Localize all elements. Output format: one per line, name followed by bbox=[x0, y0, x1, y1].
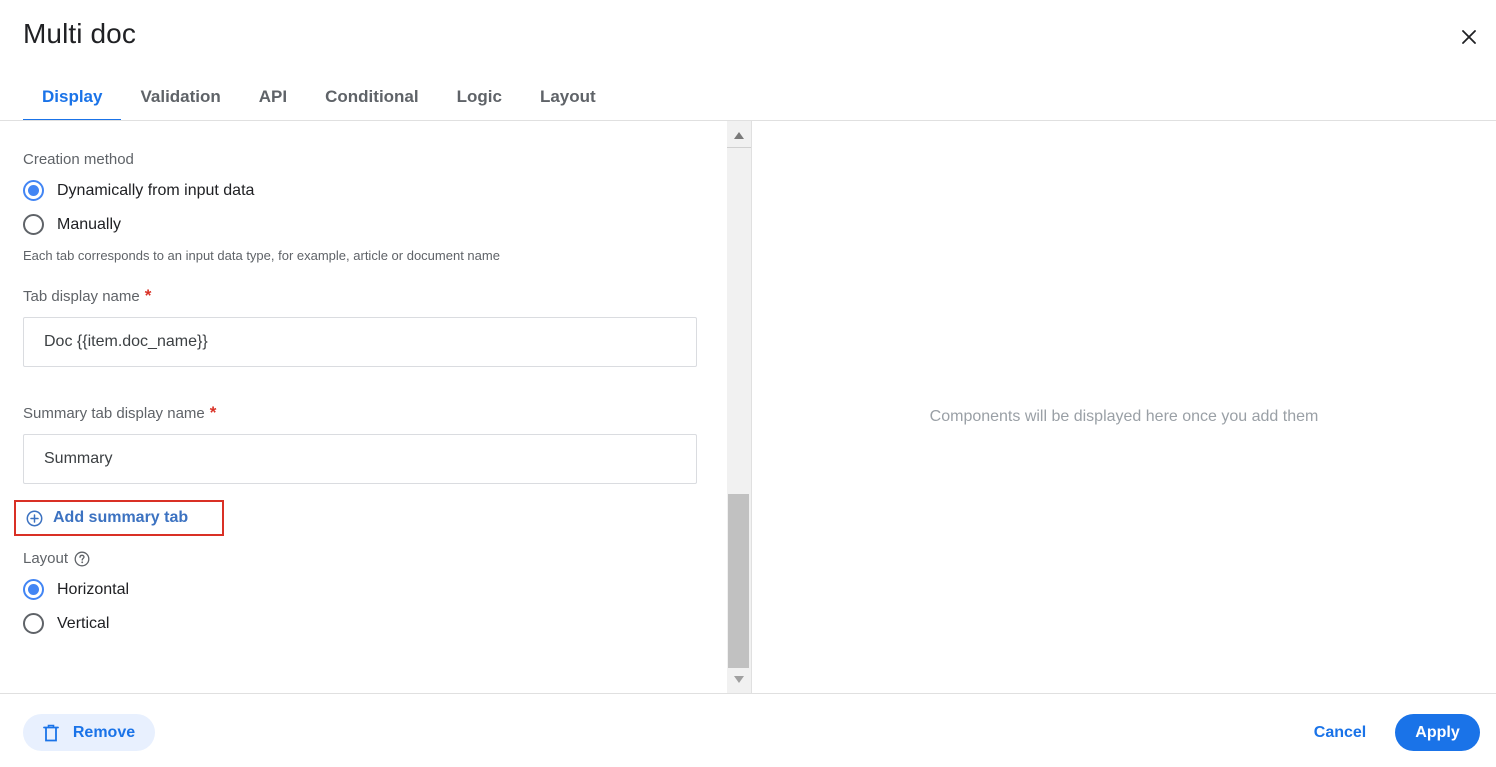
trash-icon bbox=[42, 724, 59, 742]
radio-label: Manually bbox=[57, 215, 122, 233]
help-icon[interactable] bbox=[74, 551, 90, 567]
tab-display-name-input[interactable] bbox=[23, 317, 697, 367]
tab-api[interactable]: API bbox=[240, 72, 306, 121]
radio-vertical[interactable]: Vertical bbox=[23, 613, 109, 634]
scroll-down-button[interactable] bbox=[727, 668, 751, 690]
scroll-thumb[interactable] bbox=[728, 494, 749, 668]
remove-label: Remove bbox=[72, 723, 136, 741]
radio-button-checked[interactable] bbox=[23, 579, 44, 600]
tab-validation[interactable]: Validation bbox=[121, 72, 239, 121]
scroll-track-line bbox=[727, 147, 751, 148]
plus-circle-icon bbox=[26, 510, 43, 527]
add-summary-tab-button[interactable]: Add summary tab bbox=[14, 500, 224, 536]
tab-display[interactable]: Display bbox=[23, 72, 122, 121]
layout-label: Layout bbox=[23, 550, 90, 567]
settings-scrollbar[interactable] bbox=[727, 121, 751, 693]
dialog-title: Multi doc bbox=[23, 18, 136, 49]
panel-divider bbox=[751, 121, 752, 693]
radio-label: Horizontal bbox=[57, 580, 130, 598]
add-summary-tab-label: Add summary tab bbox=[53, 509, 189, 526]
tab-layout[interactable]: Layout bbox=[521, 72, 615, 121]
triangle-down-icon bbox=[734, 675, 744, 683]
footer-divider bbox=[0, 693, 1496, 694]
close-icon bbox=[1462, 30, 1476, 44]
creation-method-label: Creation method bbox=[23, 151, 134, 168]
tab-bar: Display Validation API Conditional Logic… bbox=[23, 72, 615, 121]
radio-label: Vertical bbox=[57, 614, 110, 632]
field-label: Tab display name bbox=[23, 287, 140, 305]
triangle-up-icon bbox=[734, 131, 744, 139]
preview-empty-message: Components will be displayed here once y… bbox=[929, 408, 1319, 425]
radio-horizontal[interactable]: Horizontal bbox=[23, 579, 129, 600]
creation-method-helper: Each tab corresponds to an input data ty… bbox=[23, 248, 500, 263]
field-label: Layout bbox=[23, 550, 69, 567]
radio-button-checked[interactable] bbox=[23, 180, 44, 201]
radio-label: Dynamically from input data bbox=[57, 181, 255, 199]
cancel-button[interactable]: Cancel bbox=[1296, 714, 1384, 751]
radio-dynamically[interactable]: Dynamically from input data bbox=[23, 180, 254, 201]
close-button[interactable] bbox=[1456, 24, 1482, 50]
remove-button[interactable]: Remove bbox=[23, 714, 155, 751]
apply-button[interactable]: Apply bbox=[1395, 714, 1480, 751]
required-mark: * bbox=[209, 403, 217, 422]
settings-panel: Creation method Dynamically from input d… bbox=[0, 121, 727, 693]
radio-button[interactable] bbox=[23, 214, 44, 235]
radio-manually[interactable]: Manually bbox=[23, 214, 121, 235]
tab-conditional[interactable]: Conditional bbox=[306, 72, 437, 121]
summary-tab-display-name-label: Summary tab display name * bbox=[23, 403, 216, 423]
required-mark: * bbox=[144, 286, 152, 305]
scroll-up-button[interactable] bbox=[727, 124, 751, 146]
tab-display-name-label: Tab display name * bbox=[23, 286, 151, 306]
tab-logic[interactable]: Logic bbox=[438, 72, 521, 121]
radio-button[interactable] bbox=[23, 613, 44, 634]
summary-tab-display-name-input[interactable] bbox=[23, 434, 697, 484]
field-label: Summary tab display name bbox=[23, 404, 205, 422]
